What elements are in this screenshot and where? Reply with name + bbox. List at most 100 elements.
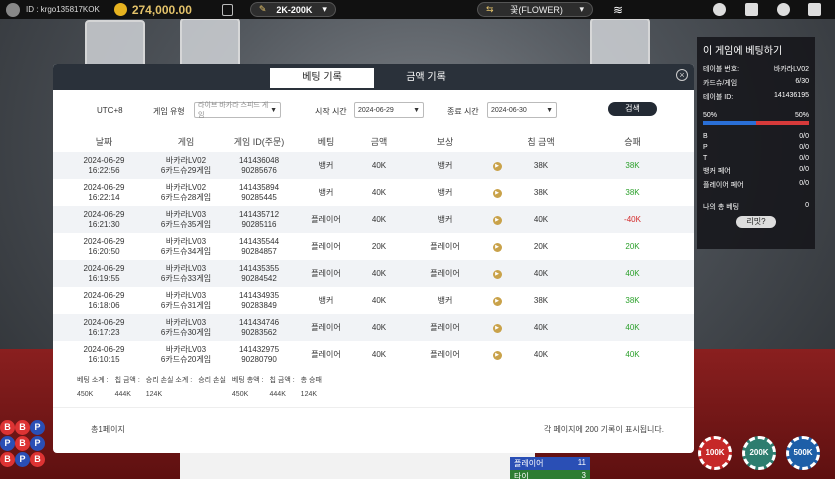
cell-game-id-text: 141435712 xyxy=(238,209,280,219)
cell-reward-text: 뱅커 xyxy=(437,295,453,305)
ratio-labels: 50% 50% xyxy=(703,112,809,119)
cell-bet-text: 플레이어 xyxy=(311,322,341,332)
summary-label: 승리 손실 xyxy=(198,377,226,384)
cell-game-text: 바카라LV02 xyxy=(165,182,207,192)
cell-amount-text: 40K xyxy=(371,322,387,332)
cell-amount: 40K xyxy=(351,152,407,179)
cell-date: 2024-06-29 16:20:50 xyxy=(53,233,155,260)
cell-result: 40K xyxy=(571,260,694,287)
cell-game-text: 바카라LV03 xyxy=(165,317,207,327)
cell-result: 38K xyxy=(571,152,694,179)
avatar[interactable] xyxy=(6,2,20,17)
chevron-down-icon: ▾ xyxy=(579,4,584,14)
cell-reward-text: 뱅커 xyxy=(437,160,453,170)
cell-bet: 플레이어 xyxy=(301,314,351,341)
replay-icon[interactable]: ▶ xyxy=(492,216,502,225)
cell-amount-text: 40K xyxy=(371,214,387,224)
stat-row: 뱅커 페어 0/0 xyxy=(703,166,809,176)
modal-header: 베팅 기록 금액 기록 × xyxy=(53,64,694,90)
banker-pct: 50% xyxy=(794,112,809,119)
replay-icon[interactable]: ▶ xyxy=(492,243,502,252)
cell-date: 2024-06-29 16:21:30 xyxy=(53,206,155,233)
col-bet: 베팅 xyxy=(301,130,351,152)
cell-game-subtext: 6카드슈34게임 xyxy=(160,246,212,256)
replay-icon[interactable]: ▶ xyxy=(492,162,502,171)
cell-game-text: 바카라LV03 xyxy=(165,236,207,246)
cell-result-text: 38K xyxy=(625,295,640,305)
chevron-down-icon: ▼ xyxy=(270,106,277,114)
menu-icon[interactable] xyxy=(808,3,821,16)
player-fill xyxy=(703,121,756,125)
cell-chip: 38K xyxy=(511,287,571,314)
cell-result-text: 20K xyxy=(625,241,640,251)
cell-date-text: 2024-06-29 xyxy=(83,344,125,354)
cell-date-subtext: 16:17:23 xyxy=(88,327,120,337)
cell-bet: 플레이어 xyxy=(301,233,351,260)
limit-selector[interactable]: ✎ 2K-200K ▾ xyxy=(249,2,336,17)
cell-game: 바카라LV03 6카드슈35게임 xyxy=(155,206,217,233)
banker-fill xyxy=(756,121,809,125)
info-icon[interactable] xyxy=(713,3,726,16)
bead-player: P xyxy=(0,436,15,451)
cell-result-text: -40K xyxy=(624,214,641,224)
game-type-select[interactable]: 라이브 바카라 스피드 게임 ▼ xyxy=(194,102,281,119)
summary-item: 베팅 총액 : 450K xyxy=(232,375,264,398)
cell-chip-text: 40K xyxy=(533,214,549,224)
cell-chip: 20K xyxy=(511,233,571,260)
cell-replay: ▶ xyxy=(483,179,511,206)
score-player: 플레이어 11 xyxy=(510,457,590,470)
history-icon[interactable] xyxy=(221,3,233,16)
cell-game-subtext: 6카드슈35게임 xyxy=(160,219,212,229)
cell-game-id-subtext: 90284542 xyxy=(241,273,277,283)
table-row: 2024-06-29 16:22:56 바카라LV02 6카드슈29게임 1414360… xyxy=(53,152,694,179)
tab-bet-history[interactable]: 베팅 기록 xyxy=(270,68,374,88)
col-date: 날짜 xyxy=(53,130,155,152)
user-id: ID : krgo135817KOK xyxy=(26,5,100,14)
cell-chip-text: 20K xyxy=(533,241,549,251)
tab-amount-history[interactable]: 금액 기록 xyxy=(374,68,478,88)
cell-game-id-text: 141434746 xyxy=(238,317,280,327)
replay-icon[interactable]: ▶ xyxy=(492,189,502,198)
stat-row: P 0/0 xyxy=(703,144,809,151)
info-value: 6/30 xyxy=(795,78,809,85)
filter-bar: UTC+8 게임 유형 라이브 바카라 스피드 게임 ▼ 시작 시간 2024-0… xyxy=(53,90,694,130)
info-value: 141436195 xyxy=(773,92,809,99)
cell-result-text: 40K xyxy=(625,322,640,332)
chip-500k[interactable]: 500K xyxy=(786,436,820,470)
cell-bet-text: 뱅커 xyxy=(318,187,334,197)
end-date-select[interactable]: 2024-06-30 ▼ xyxy=(487,102,557,118)
summary-item: 칩 금액 : 444K xyxy=(270,375,295,398)
close-icon[interactable]: × xyxy=(676,69,688,81)
fullscreen-icon[interactable] xyxy=(745,3,758,16)
table-row: 2024-06-29 16:22:14 바카라LV02 6카드슈28게임 1414358… xyxy=(53,179,694,206)
search-button[interactable]: 검색 xyxy=(608,102,657,116)
replay-icon[interactable]: ▶ xyxy=(492,297,502,306)
room-selector[interactable]: ⇆ 꽃(FLOWER) ▾ xyxy=(477,2,593,17)
start-date-select[interactable]: 2024-06-29 ▼ xyxy=(354,102,424,118)
bead-banker: B xyxy=(30,452,45,467)
replay-icon[interactable]: ▶ xyxy=(492,324,502,333)
cell-result-text: 40K xyxy=(625,268,640,278)
bet-history-table: 날짜 게임 게임 ID(주문) 베팅 금액 보상 칩 금액 승패 2024-06… xyxy=(53,130,694,368)
cell-game: 바카라LV03 6카드슈31게임 xyxy=(155,287,217,314)
cell-game-id-subtext: 90285116 xyxy=(241,219,277,229)
gear-icon[interactable] xyxy=(777,3,790,16)
score-label: 타이 xyxy=(514,472,529,479)
cell-chip-text: 38K xyxy=(533,187,549,197)
chip-200k[interactable]: 200K xyxy=(742,436,776,470)
cell-game-id: 141436048 90285676 xyxy=(217,152,301,179)
cell-reward-text: 플레이어 xyxy=(430,241,460,251)
cell-game-text: 바카라LV03 xyxy=(165,290,207,300)
more-button[interactable]: 리밋? xyxy=(736,216,776,228)
replay-icon[interactable]: ▶ xyxy=(492,351,502,360)
summary-label: 칩 금액 : xyxy=(269,377,295,384)
cell-game: 바카라LV02 6카드슈29게임 xyxy=(155,152,217,179)
chip-100k[interactable]: 100K xyxy=(698,436,732,470)
cell-date: 2024-06-29 16:22:56 xyxy=(53,152,155,179)
cell-bet: 플레이어 xyxy=(301,341,351,368)
info-row: 테이블 ID: 141436195 xyxy=(703,92,809,102)
replay-icon[interactable]: ▶ xyxy=(492,270,502,279)
pencil-icon: ✎ xyxy=(258,4,267,14)
cell-game: 바카라LV03 6카드슈20게임 xyxy=(155,341,217,368)
start-time-label: 시작 시간 xyxy=(315,107,347,116)
